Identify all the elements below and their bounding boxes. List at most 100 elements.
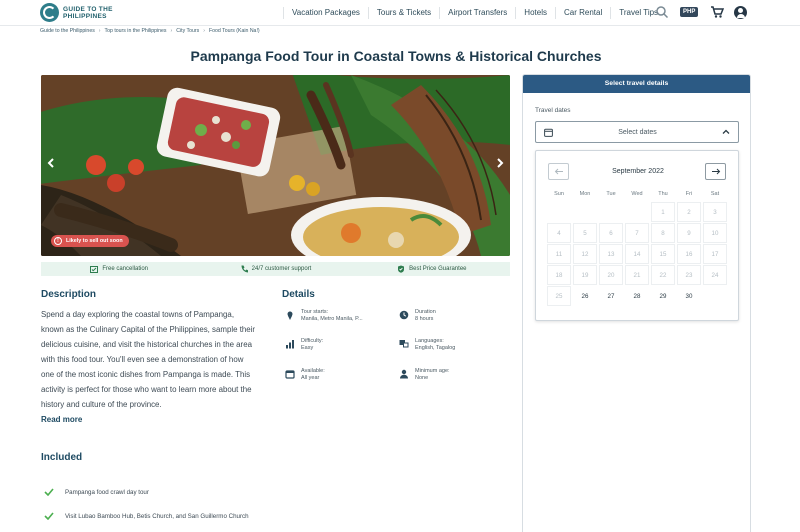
trust-support: 24/7 customer support	[197, 265, 353, 273]
included-item: Pampanga food crawl day tour	[44, 488, 149, 496]
details-heading: Details	[282, 289, 315, 300]
calendar-day-disabled: 8	[651, 223, 675, 243]
calendar-day-disabled: 11	[547, 244, 571, 264]
breadcrumb-separator: ›	[170, 28, 173, 34]
nav-vacation-packages[interactable]: Vacation Packages	[283, 7, 368, 19]
check-icon	[44, 512, 54, 520]
calendar-icon	[285, 370, 295, 379]
calendar-day-disabled: 14	[625, 244, 649, 264]
logo-icon	[40, 3, 59, 22]
calendar-day-available[interactable]: 27	[599, 286, 623, 306]
header-actions: PHP	[655, 5, 748, 19]
calendar-day-disabled: 13	[599, 244, 623, 264]
hero-prev-button[interactable]	[41, 153, 61, 173]
calendar-day-disabled: 4	[547, 223, 571, 243]
cart-icon[interactable]	[710, 5, 725, 19]
calendar-day-available[interactable]: 30	[677, 286, 701, 306]
calendar-day-available[interactable]: 29	[651, 286, 675, 306]
breadcrumb-home[interactable]: Guide to the Philippines	[40, 28, 95, 34]
trust-price-guarantee: Best Price Guarantee	[354, 265, 510, 273]
detail-available: Available: All year	[285, 368, 325, 382]
travel-dates-label: Travel dates	[535, 107, 571, 114]
calendar-icon	[544, 128, 553, 137]
included-heading: Included	[41, 452, 83, 463]
calendar-day-disabled: 12	[573, 244, 597, 264]
detail-tour-starts: Tour starts: Manila, Metro Manila, P...	[285, 309, 363, 323]
site-logo[interactable]: GUIDE TO THE PHILIPPINES	[40, 3, 113, 22]
calendar-weekday: Fri	[685, 191, 693, 197]
calendar-weekday: Mon	[579, 191, 591, 197]
account-icon[interactable]	[734, 5, 748, 19]
bar-chart-icon	[286, 340, 294, 349]
breadcrumb: Guide to the Philippines › Top tours in …	[40, 28, 260, 34]
booking-panel-header: Select travel details	[523, 75, 750, 93]
calendar-day-disabled: 6	[599, 223, 623, 243]
calendar-weekday: Thu	[658, 191, 668, 197]
shield-check-icon	[398, 265, 405, 273]
logo-text: GUIDE TO THE PHILIPPINES	[63, 5, 113, 20]
calendar-day-available[interactable]: 26	[573, 286, 597, 306]
calendar-day-disabled: 15	[651, 244, 675, 264]
date-picker-field[interactable]: Select dates	[535, 121, 739, 143]
calendar-day-disabled: 7	[625, 223, 649, 243]
calendar-day-disabled: 2	[677, 202, 701, 222]
calendar-weekday: Tue	[606, 191, 616, 197]
calendar-day-disabled: 17	[703, 244, 727, 264]
calendar-day-disabled: 18	[547, 265, 571, 285]
calendar-day-available[interactable]: 28	[625, 286, 649, 306]
alert-icon: !	[54, 237, 62, 245]
nav-tours-tickets[interactable]: Tours & Tickets	[367, 7, 439, 19]
calendar-day-disabled: 3	[703, 202, 727, 222]
breadcrumb-top-tours[interactable]: Top tours in the Philippines	[105, 28, 167, 34]
arrow-right-icon	[711, 168, 720, 175]
calendar-day-disabled: 19	[573, 265, 597, 285]
calendar-weekday: Sat	[710, 191, 720, 197]
calendar-day-disabled: 20	[599, 265, 623, 285]
food-photo	[41, 75, 510, 256]
calendar-day-disabled: 10	[703, 223, 727, 243]
currency-selector[interactable]: PHP	[680, 7, 699, 17]
description-heading: Description	[41, 289, 97, 300]
description-text: Spend a day exploring the coastal towns …	[41, 310, 256, 409]
chevron-up-icon	[722, 129, 730, 134]
breadcrumb-separator: ›	[98, 28, 101, 34]
calendar-day-disabled: 5	[573, 223, 597, 243]
hero-image: ! Likely to sell out soon	[41, 75, 510, 256]
hero-next-button[interactable]	[490, 153, 510, 173]
detail-difficulty: Difficulty: Easy	[285, 338, 323, 352]
phone-icon	[241, 265, 248, 273]
language-icon	[399, 340, 409, 348]
calendar-day-disabled: 21	[625, 265, 649, 285]
chevron-right-icon	[497, 158, 504, 168]
calendar-day-disabled: 22	[651, 265, 675, 285]
calendar-day-disabled: 23	[677, 265, 701, 285]
cancellation-icon	[90, 266, 99, 273]
breadcrumb-city-tours[interactable]: City Tours	[176, 28, 199, 34]
main-nav: Vacation Packages Tours & Tickets Airpor…	[283, 0, 666, 26]
breadcrumb-food-tours[interactable]: Food Tours (Kain Na!)	[209, 28, 260, 34]
nav-car-rental[interactable]: Car Rental	[554, 7, 610, 19]
calendar-day-disabled: 16	[677, 244, 701, 264]
search-icon[interactable]	[655, 5, 669, 19]
calendar-popup: September 2022 Sun Mon Tue Wed Thu Fri Sat 1 2 3 4…	[535, 150, 739, 321]
calendar-day-disabled: 9	[677, 223, 701, 243]
booking-panel: Select travel details Travel dates Selec…	[522, 74, 751, 532]
nav-hotels[interactable]: Hotels	[515, 7, 555, 19]
calendar-day-disabled: 24	[703, 265, 727, 285]
chevron-left-icon	[47, 158, 54, 168]
page-title: Pampanga Food Tour in Coastal Towns & Hi…	[190, 48, 602, 64]
calendar-weekday: Sun	[554, 191, 564, 197]
detail-languages: Languages: English, Tagalog	[399, 338, 455, 352]
detail-minimum-age: Minimum age: None	[399, 368, 450, 382]
calendar-day-disabled: 25	[547, 286, 571, 306]
calendar-weekday: Wed	[631, 191, 643, 197]
read-more-link[interactable]: Read more	[41, 415, 82, 424]
trust-bar: Free cancellation 24/7 customer support …	[41, 262, 510, 276]
detail-duration: Duration 8 hours	[399, 309, 436, 323]
calendar-day-disabled: 1	[651, 202, 675, 222]
site-header: GUIDE TO THE PHILIPPINES Vacation Packag…	[0, 0, 800, 26]
nav-airport-transfers[interactable]: Airport Transfers	[439, 7, 515, 19]
trust-free-cancellation: Free cancellation	[41, 265, 197, 273]
calendar-next-month-button[interactable]	[705, 163, 726, 180]
breadcrumb-separator: ›	[203, 28, 205, 34]
